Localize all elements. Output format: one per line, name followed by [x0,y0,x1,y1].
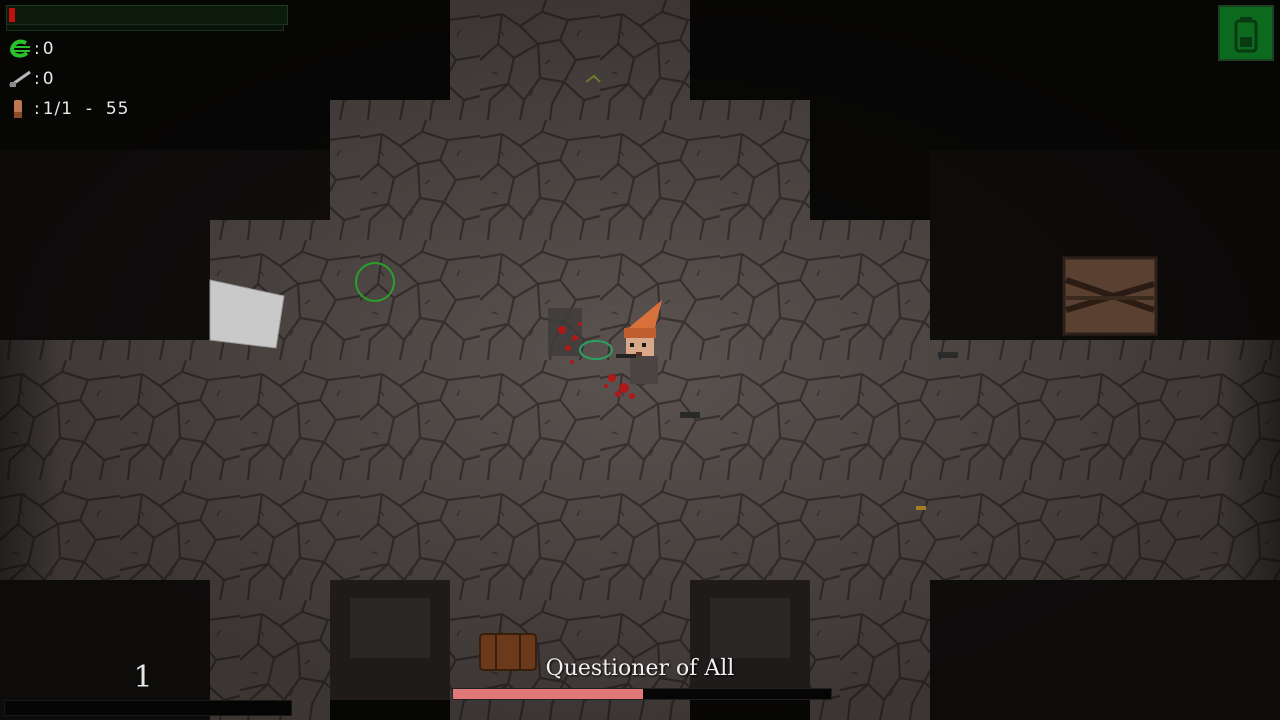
dropped-gun[interactable] [680,412,700,418]
boss-health-bar [452,688,832,700]
health-bar-fill [9,8,15,22]
wave-counter: 1 [133,660,153,695]
currency-value: 0 [42,39,55,59]
game-viewport[interactable] [0,0,1280,720]
dropped-item[interactable] [938,352,958,358]
weapon-value: 0 [42,69,55,89]
weapon-counter: : 0 [8,68,55,90]
stat-separator: : [34,99,41,119]
stat-separator: : [34,69,41,89]
wooden-crate[interactable] [1062,256,1158,336]
battery-indicator [1218,5,1274,61]
wave-progress-bar [4,700,292,716]
battery-icon [1234,17,1258,53]
gold-coin[interactable] [916,506,926,510]
health-bar [6,5,288,25]
experience-bar [6,24,284,31]
ammo-value: 1/1 - 55 [42,99,130,119]
green-currency-icon [8,38,32,60]
ammo-counter: : 1/1 - 55 [8,98,129,120]
ammo-shell-icon [8,98,32,120]
rifle-icon [8,68,32,90]
currency-counter: : 0 [8,38,55,60]
stat-separator: : [34,39,41,59]
boss-name: Questioner of All [545,656,735,681]
boss-health-fill [453,689,643,699]
